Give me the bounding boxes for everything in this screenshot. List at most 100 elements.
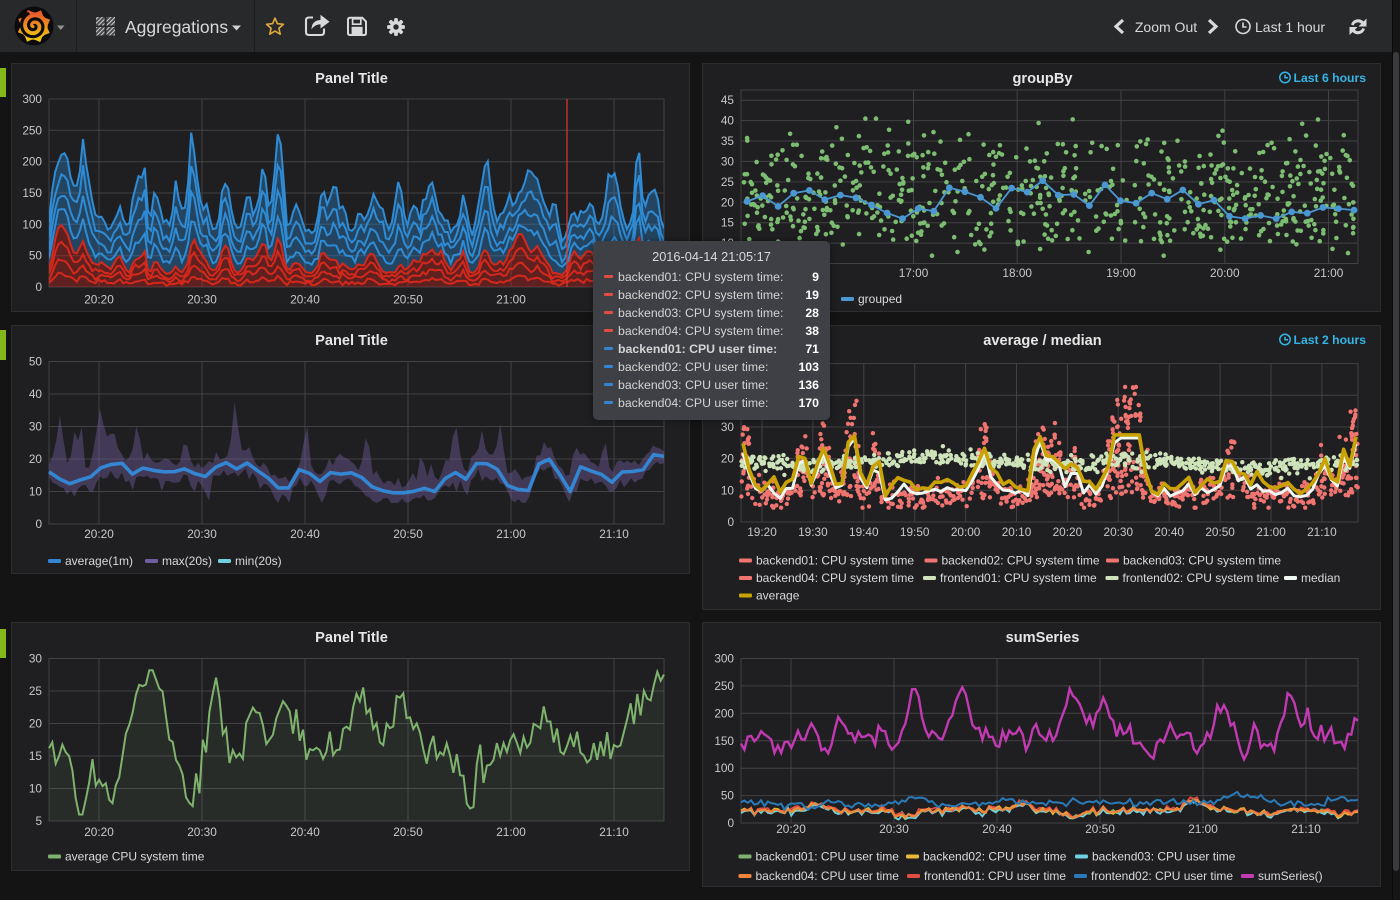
svg-text:5: 5 [35,814,42,828]
svg-text:19:30: 19:30 [798,525,828,539]
svg-text:21:00: 21:00 [496,825,526,839]
svg-text:average CPU system time: average CPU system time [65,850,205,864]
svg-text:min(20s): min(20s) [235,554,282,568]
svg-text:21:00: 21:00 [1256,525,1286,539]
svg-text:250: 250 [714,679,734,693]
svg-text:20:40: 20:40 [290,825,320,839]
svg-text:200: 200 [714,706,734,720]
svg-text:15: 15 [29,749,43,763]
svg-text:10: 10 [721,483,735,497]
svg-text:35: 35 [721,134,735,148]
svg-text:20:00: 20:00 [951,525,981,539]
svg-text:45: 45 [721,93,735,107]
svg-text:100: 100 [714,761,734,775]
svg-text:150: 150 [22,186,42,200]
svg-text:0: 0 [35,517,42,531]
svg-text:20:40: 20:40 [290,527,320,541]
svg-text:backend02: CPU system time: backend02: CPU system time [942,554,1100,568]
svg-text:50: 50 [29,355,43,369]
svg-text:21:00: 21:00 [1314,266,1344,280]
svg-text:Aggregations: Aggregations [125,17,228,37]
svg-text:20:40: 20:40 [982,822,1012,836]
svg-text:50: 50 [29,249,43,263]
svg-text:median: median [1301,571,1340,585]
svg-text:300: 300 [22,92,42,106]
svg-text:20:40: 20:40 [1154,525,1184,539]
svg-text:20:00: 20:00 [1210,266,1240,280]
svg-text:Last 6 hours: Last 6 hours [1294,71,1367,85]
svg-text:Panel Title: Panel Title [315,630,388,646]
svg-text:average(1m): average(1m) [65,554,133,568]
svg-text:Panel Title: Panel Title [315,71,388,87]
svg-text:backend03: CPU system time: backend03: CPU system time [1123,554,1281,568]
svg-text:20:50: 20:50 [393,293,423,307]
svg-text:0: 0 [35,280,42,294]
svg-text:backend01: CPU system time: backend01: CPU system time [756,554,914,568]
svg-text:frontend01: CPU system time: frontend01: CPU system time [940,571,1097,585]
svg-text:25: 25 [29,684,43,698]
svg-text:20: 20 [29,452,43,466]
svg-text:21:00: 21:00 [496,293,526,307]
svg-text:20: 20 [29,717,43,731]
svg-text:20:50: 20:50 [1085,822,1115,836]
svg-text:groupBy: groupBy [1013,71,1074,87]
svg-text:max(20s): max(20s) [162,554,212,568]
svg-text:30: 30 [29,652,43,666]
svg-text:backend01: CPU user time: backend01: CPU user time [756,850,900,864]
svg-text:Panel Title: Panel Title [315,333,388,349]
svg-text:50: 50 [721,789,735,803]
svg-text:20:50: 20:50 [1205,525,1235,539]
svg-text:21:00: 21:00 [1188,822,1218,836]
svg-text:backend02: CPU user time: backend02: CPU user time [923,850,1067,864]
svg-text:20:20: 20:20 [84,293,114,307]
svg-text:40: 40 [29,387,43,401]
svg-text:20:30: 20:30 [187,825,217,839]
svg-text:20:20: 20:20 [776,822,806,836]
svg-text:30: 30 [29,420,43,434]
svg-text:backend04: CPU user time: backend04: CPU user time [756,869,900,883]
svg-text:20:30: 20:30 [187,527,217,541]
svg-text:20: 20 [721,195,735,209]
svg-text:150: 150 [714,734,734,748]
svg-text:backend03: CPU user time: backend03: CPU user time [1092,850,1236,864]
svg-text:20:20: 20:20 [1053,525,1083,539]
svg-text:20:50: 20:50 [393,825,423,839]
svg-text:backend04: CPU system time: backend04: CPU system time [756,571,914,585]
svg-text:sumSeries(): sumSeries() [1258,869,1323,883]
svg-text:21:10: 21:10 [599,527,629,541]
svg-text:0: 0 [727,816,734,830]
svg-text:10: 10 [29,782,43,796]
svg-text:frontend01: CPU user time: frontend01: CPU user time [924,869,1066,883]
svg-text:15: 15 [721,216,735,230]
svg-text:200: 200 [22,155,42,169]
svg-text:18:00: 18:00 [1002,266,1032,280]
svg-text:250: 250 [22,123,42,137]
svg-text:100: 100 [22,217,42,231]
svg-text:Zoom Out: Zoom Out [1135,19,1197,35]
svg-text:frontend02: CPU system time: frontend02: CPU system time [1123,571,1280,585]
svg-text:40: 40 [721,114,735,128]
svg-text:19:50: 19:50 [900,525,930,539]
svg-text:average: average [756,589,800,603]
svg-text:20:30: 20:30 [879,822,909,836]
svg-text:30: 30 [721,154,735,168]
svg-text:sumSeries: sumSeries [1006,630,1080,646]
svg-text:Last 1 hour: Last 1 hour [1255,19,1325,35]
svg-text:21:00: 21:00 [496,527,526,541]
svg-text:20:10: 20:10 [1002,525,1032,539]
svg-text:Last 2 hours: Last 2 hours [1294,333,1367,347]
svg-text:0: 0 [727,515,734,529]
svg-text:20:30: 20:30 [1104,525,1134,539]
svg-text:300: 300 [714,652,734,666]
svg-text:20: 20 [721,452,735,466]
svg-text:25: 25 [721,175,735,189]
svg-text:19:40: 19:40 [849,525,879,539]
svg-text:21:10: 21:10 [599,825,629,839]
svg-text:19:00: 19:00 [1106,266,1136,280]
svg-text:20:40: 20:40 [290,293,320,307]
svg-text:21:10: 21:10 [1291,822,1321,836]
svg-text:20:50: 20:50 [393,527,423,541]
svg-text:grouped: grouped [858,292,902,306]
svg-text:30: 30 [721,420,735,434]
svg-text:17:00: 17:00 [899,266,929,280]
